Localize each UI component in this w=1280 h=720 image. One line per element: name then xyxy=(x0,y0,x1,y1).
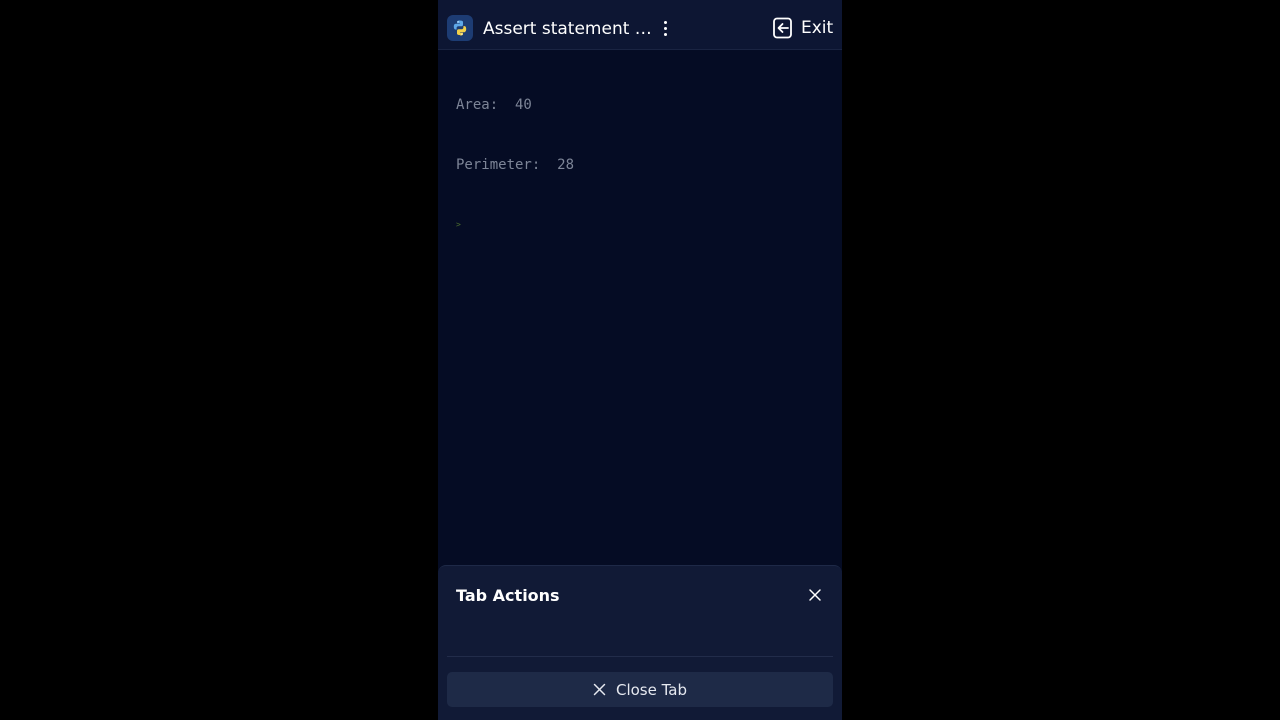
top-bar: Assert statement i... Exit xyxy=(438,0,842,50)
divider xyxy=(447,656,833,657)
console-line: Area: 40 xyxy=(456,97,532,113)
file-title: Assert statement i... xyxy=(483,19,655,39)
exit-button[interactable]: Exit xyxy=(771,14,833,42)
close-tab-label: Close Tab xyxy=(615,680,688,699)
tab-actions-sheet: Tab Actions Close Tab xyxy=(438,565,842,720)
exit-icon xyxy=(773,17,792,39)
close-tab-button[interactable]: Close Tab xyxy=(447,672,833,707)
close-icon[interactable] xyxy=(806,586,824,604)
close-tab-icon xyxy=(593,683,606,696)
python-icon xyxy=(447,15,473,41)
sheet-title: Tab Actions xyxy=(456,586,560,605)
console-line: Perimeter: 28 xyxy=(456,157,575,173)
exit-label: Exit xyxy=(801,18,834,38)
console-prompt[interactable]: > xyxy=(456,215,574,235)
kebab-menu-icon[interactable] xyxy=(658,16,672,40)
app-window: Assert statement i... Exit Area: 40 Peri… xyxy=(438,0,842,720)
console-output: Area: 40 Perimeter: 28 > xyxy=(456,55,574,275)
